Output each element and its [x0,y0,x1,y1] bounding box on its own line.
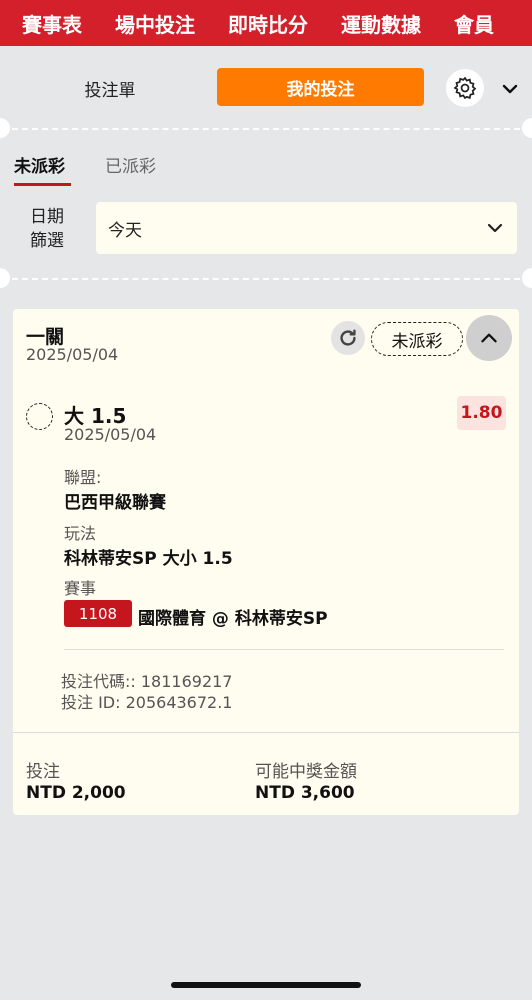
home-indicator [171,982,361,988]
divider [64,649,504,650]
chevron-up-icon [481,333,497,343]
league-value: 巴西甲級聯賽 [64,493,166,513]
bet-card: 一關 2025/05/04 未派彩 大 1.5 2025/05/04 1.80 … [13,309,519,815]
nav-item-member[interactable]: 會員 [454,9,494,38]
stake-value: NTD 2,000 [26,783,126,803]
top-nav: 賽事表 場中投注 即時比分 運動數據 會員 [0,0,532,46]
payout-value: NTD 3,600 [255,783,355,803]
status-badge: 未派彩 [371,322,463,356]
refresh-icon [340,329,356,346]
odds-badge: 1.80 [457,396,506,430]
nav-item-sports-data[interactable]: 運動數據 [341,9,421,38]
date-filter-label-line2: 篩選 [30,231,64,251]
event-id-badge: 1108 [64,600,132,627]
date-filter-select[interactable]: 今天 [96,202,517,254]
stake-label: 投注 [26,762,60,782]
bet-id: 投注 ID: 205643672.1 [61,693,233,712]
nav-item-live-score[interactable]: 即時比分 [228,9,308,38]
payout-label: 可能中獎金額 [255,762,357,782]
ticket-divider [12,278,520,280]
collapse-button[interactable] [466,315,512,361]
date-filter-value: 今天 [108,220,142,241]
tab-betslip[interactable]: 投注單 [70,76,150,101]
ticket-divider [12,128,520,130]
chevron-down-icon[interactable] [500,79,520,99]
refresh-button[interactable] [331,321,365,355]
league-label: 聯盟: [64,468,102,487]
tab-my-bets[interactable]: 我的投注 [217,68,424,106]
event-label: 賽事 [64,579,97,598]
ticket-notch-right [522,118,532,138]
selection-status-icon [26,403,53,430]
chevron-down-icon [487,223,503,233]
settings-button[interactable] [446,69,484,107]
ticket-notch-right [522,268,532,288]
tab-settled[interactable]: 已派彩 [105,152,156,177]
tab-unsettled[interactable]: 未派彩 [14,152,65,177]
event-name: 國際體育 @ 科林蒂安SP [138,609,328,629]
nav-item-schedule[interactable]: 賽事表 [22,9,82,38]
ticket-notch-left [0,268,10,288]
market-label: 玩法 [64,524,97,543]
selection-date: 2025/05/04 [64,425,157,444]
date-filter-label: 日期 篩選 [22,205,72,253]
date-filter-label-line1: 日期 [30,207,64,227]
ticket-notch-left [0,118,10,138]
market-value: 科林蒂安SP 大小 1.5 [64,549,233,569]
active-tab-underline [14,183,71,186]
divider [13,732,519,733]
nav-item-live-betting[interactable]: 場中投注 [115,9,195,38]
gear-icon [453,76,477,100]
bet-date: 2025/05/04 [26,345,119,364]
